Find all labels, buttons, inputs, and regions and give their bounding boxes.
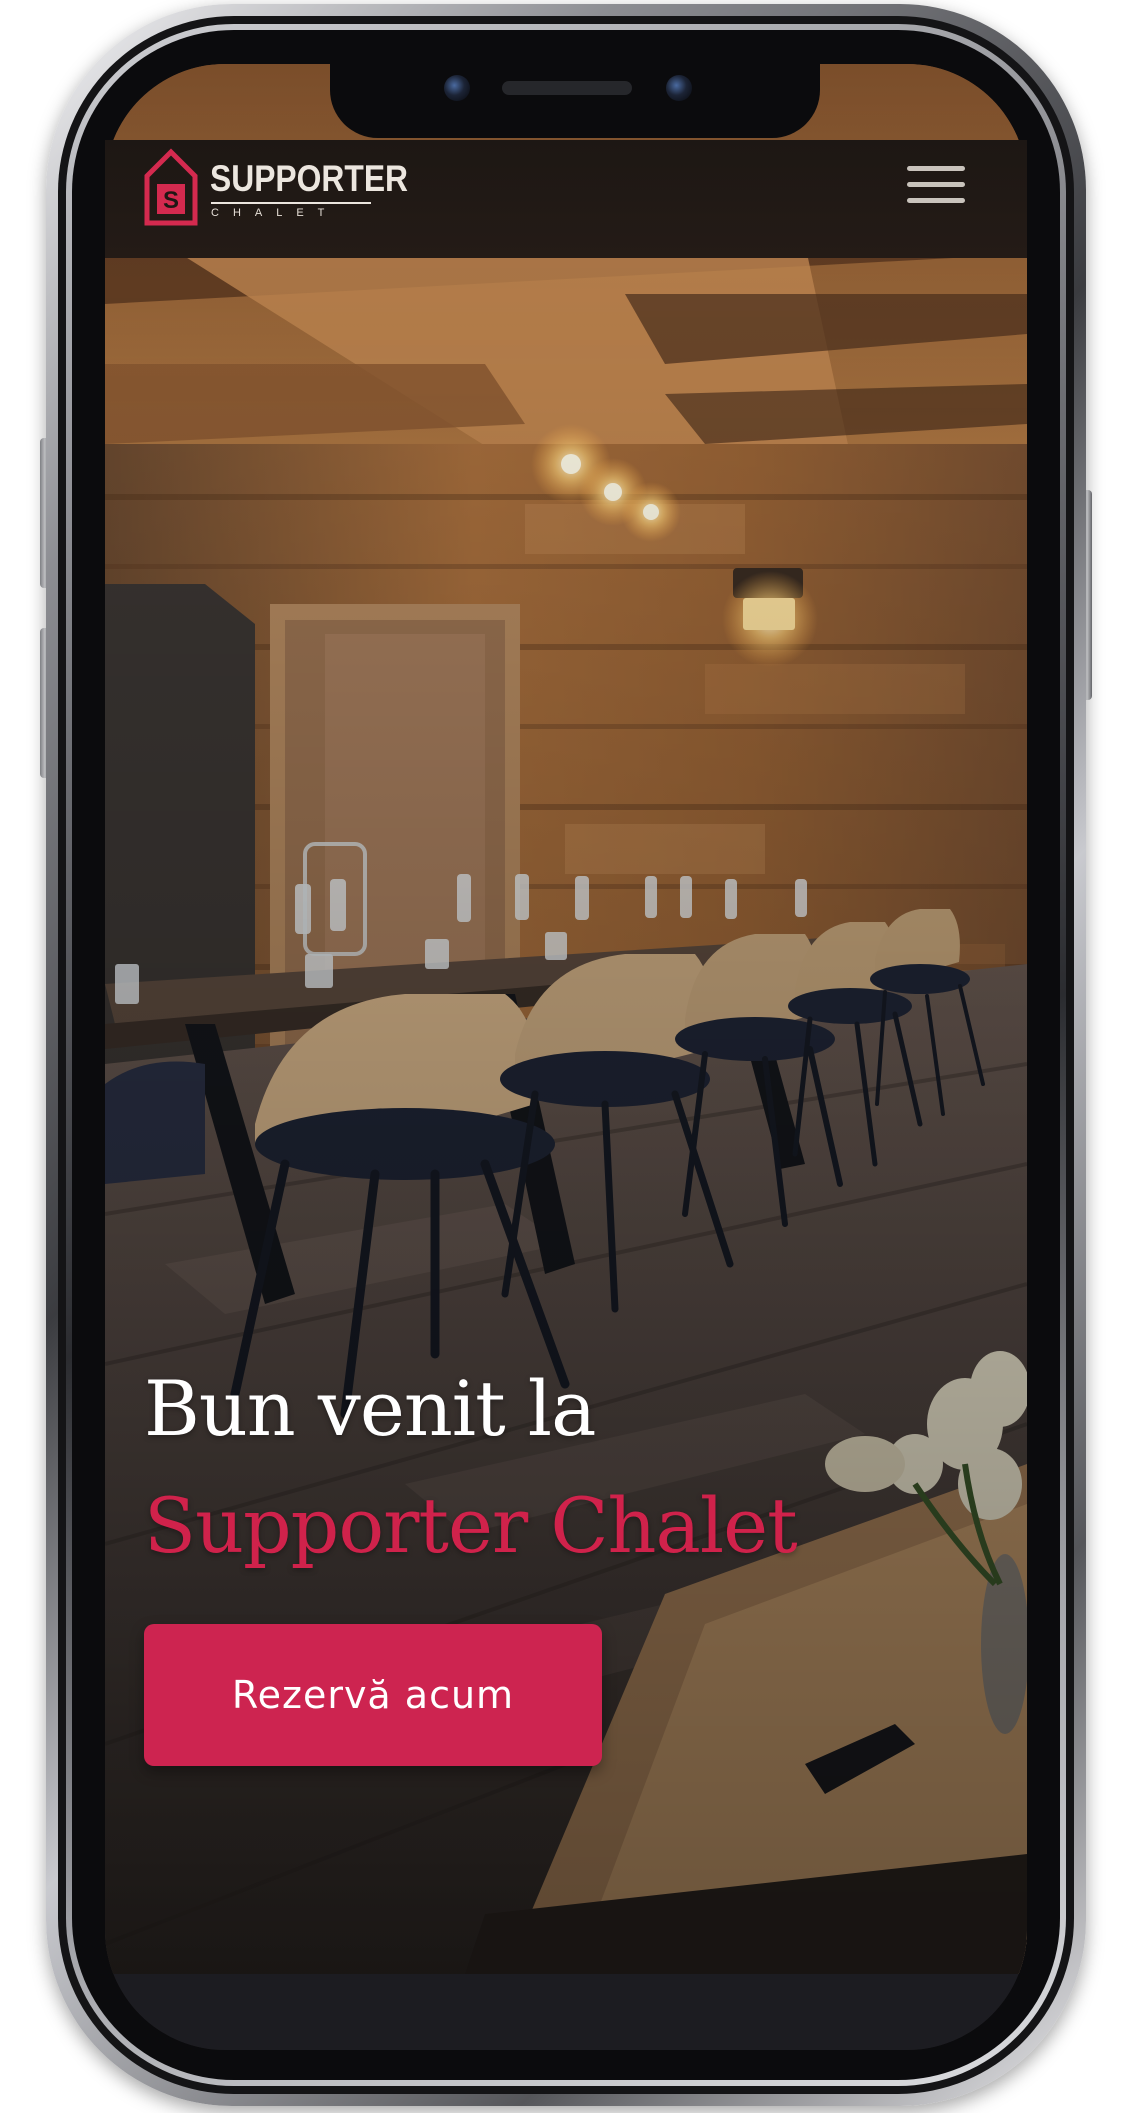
mockup-stage: S SUPPORTER CHALET Bun venit la Supporte… [0, 0, 1138, 2113]
brand-subname: CHALET [211, 207, 339, 219]
screen-bottom-strip [105, 1974, 1027, 2050]
phone-speaker-grille [502, 81, 632, 95]
book-now-button[interactable]: Rezervă acum [144, 1624, 602, 1766]
hamburger-menu-icon-bar-top [907, 166, 965, 171]
brand-divider [211, 202, 371, 204]
phone-camera-right [666, 75, 692, 101]
chalet-logo-icon[interactable]: S [144, 148, 198, 226]
hamburger-menu-icon-bar-middle [907, 182, 965, 187]
hero-heading-line1: Bun venit la [144, 1364, 596, 1453]
hamburger-menu-button[interactable] [907, 164, 969, 206]
brand-name[interactable]: SUPPORTER [210, 158, 408, 200]
hamburger-menu-icon-bar-bottom [907, 198, 965, 203]
hero-heading-line2: Supporter Chalet [144, 1481, 798, 1570]
logo-letter: S [163, 187, 179, 214]
phone-notch [330, 64, 820, 138]
phone-camera-left [444, 75, 470, 101]
